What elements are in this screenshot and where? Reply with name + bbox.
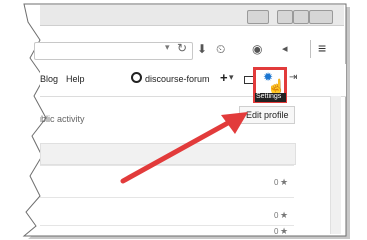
annotation-arrow bbox=[120, 112, 248, 184]
screenshot-stage: ▾ ↻ ⬇ ⏲ ◉ ◂ ≡ Blog Help discourse-forum … bbox=[0, 0, 367, 240]
